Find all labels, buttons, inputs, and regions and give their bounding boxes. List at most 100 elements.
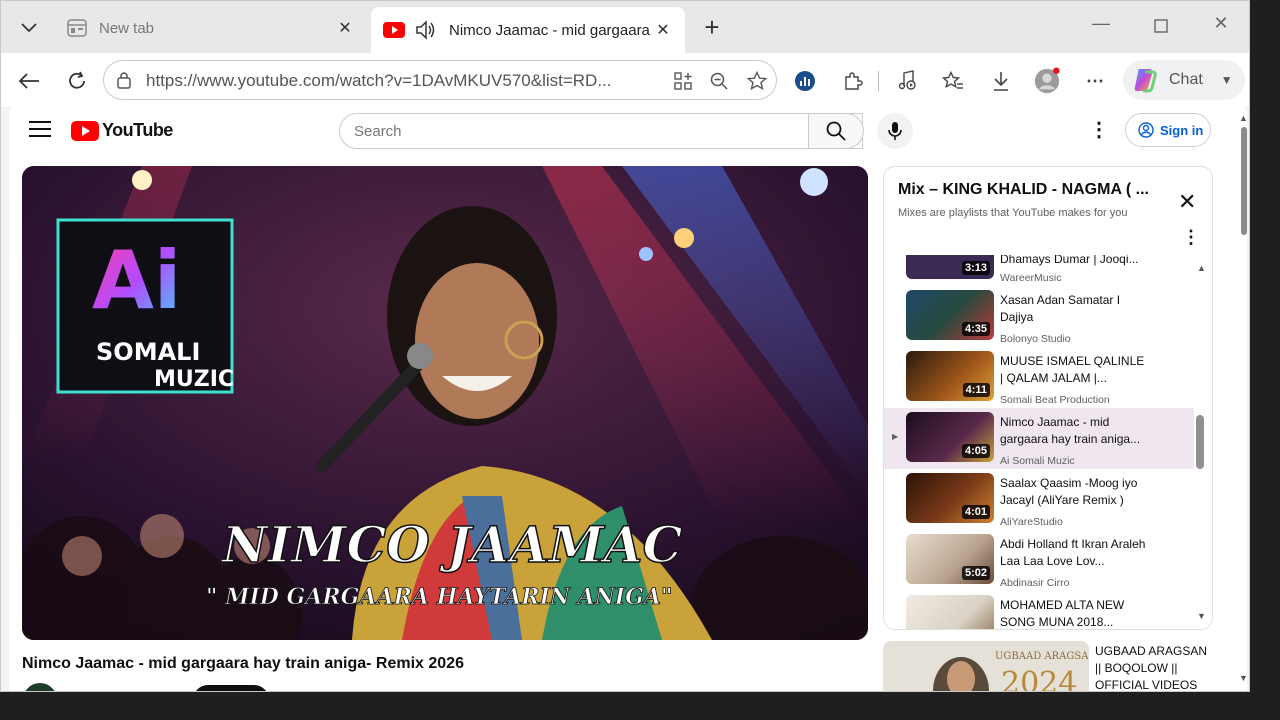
playlist-item-title: Abdi Holland ft Ikran Araleh Laa Laa Lov… (1000, 537, 1146, 568)
playlist-item-channel: AliYareStudio (1000, 516, 1063, 528)
toolbar-separator (878, 71, 879, 91)
address-bar[interactable]: https://www.youtube.com/watch?v=1DAvMKUV… (103, 60, 777, 100)
puzzle-icon (845, 72, 863, 90)
back-arrow-icon (18, 73, 39, 89)
thumbnail-badge-line2: MUZIC (154, 367, 234, 392)
playlist-item[interactable]: 4:11 MUUSE ISMAEL QALINLE | QALAM JALAM … (884, 347, 1194, 408)
playlist-item-current[interactable]: ▶ 4:05 Nimco Jaamac - mid gargaara hay t… (884, 408, 1194, 469)
close-icon[interactable]: ✕ (1178, 189, 1196, 215)
search-placeholder: Search (354, 123, 402, 140)
refresh-button[interactable] (63, 67, 91, 95)
playlist-item-channel: Bolonyo Studio (1000, 333, 1071, 345)
playlist-item-channel: Abdinasir Cirro (1000, 577, 1070, 589)
youtube-header: YouTube Search ⋮ Sign in (9, 107, 1247, 155)
more-vertical-icon[interactable]: ⋮ (1089, 119, 1109, 143)
tab-actions-menu-button[interactable] (11, 11, 47, 45)
favorites-button[interactable] (939, 67, 967, 95)
zoom-icon[interactable] (708, 70, 730, 92)
page-scrollbar-thumb[interactable] (1241, 127, 1247, 235)
playlist-items: 3:13 Dhamays Dumar | Jooqi... WareerMusi… (884, 255, 1194, 629)
extensions-button[interactable] (839, 67, 867, 95)
download-icon (994, 72, 1008, 91)
new-tab-page-icon (67, 19, 87, 37)
playlist-panel: Mix – KING KHALID - NAGMA ( ... Mixes ar… (883, 166, 1213, 630)
recommended-title: UGBAAD ARAGSAN || BOQOLOW || OFFICIAL VI… (1095, 644, 1208, 691)
maximize-icon (1154, 19, 1168, 33)
close-window-button[interactable]: ✕ (1201, 13, 1241, 43)
youtube-logo[interactable]: YouTube (71, 120, 173, 141)
playlist-scroll-up-icon[interactable]: ▲ (1197, 263, 1206, 273)
playlist-item-title: Dhamays Dumar | Jooqi... (1000, 255, 1139, 266)
search-button[interactable] (808, 113, 864, 149)
svg-text:Ai: Ai (92, 234, 181, 327)
playlist-scroll-down-icon[interactable]: ▼ (1197, 611, 1206, 621)
more-vertical-icon[interactable]: ⋮ (1182, 227, 1200, 248)
media-control-button[interactable] (893, 67, 921, 95)
recommended-video[interactable]: UGBAAD ARAGSAN 2024 UGBAAD ARAGSAN || BO… (883, 641, 1223, 691)
tab-new-tab[interactable]: New tab ✕ (55, 7, 367, 49)
tab-audio-playing-icon[interactable] (415, 20, 437, 40)
video-player[interactable]: Ai SOMALI MUZIC NIMCO JAAMAC " MID GARGA… (22, 166, 868, 640)
playlist-item[interactable]: 3:13 Dhamays Dumar | Jooqi... WareerMusi… (884, 255, 1194, 286)
lock-icon[interactable] (116, 71, 132, 89)
account-icon (1138, 122, 1154, 138)
playlist-item-thumbnail: 4:11 (906, 351, 994, 401)
microphone-icon (888, 122, 902, 140)
browser-window: New tab ✕ Nimco Jaamac - mid gargaara ✕ … (0, 0, 1250, 692)
new-tab-button[interactable]: + (697, 13, 727, 43)
copilot-icon (1134, 69, 1157, 93)
playlist-item-channel: WareerMusic (1000, 272, 1062, 284)
extension-stats-button[interactable] (791, 67, 819, 95)
browser-toolbar: https://www.youtube.com/watch?v=1DAvMKUV… (1, 53, 1249, 107)
recommended-thumb-caption: UGBAAD ARAGSAN (995, 651, 1089, 662)
tab-close-button[interactable]: ✕ (335, 18, 355, 38)
favorite-star-icon[interactable] (746, 70, 768, 92)
duration-badge: 4:01 (961, 505, 990, 519)
playlist-item-thumbnail: 4:35 (906, 290, 994, 340)
downloads-button[interactable] (987, 67, 1015, 95)
playlist-item[interactable]: 4:35 Xasan Adan Samatar I Dajiya Bolonyo… (884, 286, 1194, 347)
playlist-subtitle: Mixes are playlists that YouTube makes f… (898, 207, 1128, 219)
thumbnail-subline: " MID GARGAARA HAYTARIN ANIGA" (206, 584, 672, 610)
duration-badge: 4:35 (961, 322, 990, 336)
playlist-item-title: MOHAMED ALTA NEW SONG MUNA 2018... (1000, 598, 1125, 629)
tab-title: Nimco Jaamac - mid gargaara (449, 21, 650, 39)
tab-youtube-video[interactable]: Nimco Jaamac - mid gargaara ✕ (371, 7, 685, 53)
copilot-chat-button[interactable]: Chat ▼ (1123, 60, 1245, 100)
playlist-title[interactable]: Mix – KING KHALID - NAGMA ( ... (898, 181, 1168, 199)
maximize-button[interactable] (1141, 13, 1181, 43)
profile-avatar-icon (1034, 67, 1060, 94)
duration-badge: 4:05 (961, 444, 990, 458)
subscribe-button[interactable] (193, 685, 269, 691)
minimize-button[interactable]: — (1081, 13, 1121, 43)
tab-close-button[interactable]: ✕ (653, 20, 673, 40)
app-available-icon[interactable] (672, 70, 694, 92)
back-button[interactable] (15, 67, 43, 95)
channel-avatar[interactable] (23, 683, 57, 691)
recommended-thumb-year: 2024 (1001, 666, 1077, 691)
youtube-favicon-icon (383, 22, 405, 38)
playlist-item[interactable]: 4:01 Saalax Qaasim -Moog iyo Jacayl (Ali… (884, 469, 1194, 530)
tab-strip: New tab ✕ Nimco Jaamac - mid gargaara ✕ … (1, 1, 1249, 53)
refresh-icon (69, 71, 85, 89)
stats-extension-icon (795, 71, 815, 91)
sign-in-button[interactable]: Sign in (1125, 113, 1211, 147)
playlist-item-channel: Ai Somali Muzic (1000, 455, 1075, 467)
playlist-item-thumbnail (906, 595, 994, 629)
voice-search-button[interactable] (877, 113, 913, 149)
hamburger-menu-icon[interactable] (29, 121, 51, 141)
profile-button[interactable] (1033, 67, 1061, 95)
duration-badge: 4:11 (962, 383, 990, 397)
search-input[interactable]: Search (339, 113, 863, 149)
scroll-down-icon[interactable]: ▼ (1239, 673, 1247, 683)
chat-label: Chat (1169, 71, 1203, 88)
scroll-up-icon[interactable]: ▲ (1239, 113, 1247, 123)
thumbnail-badge-line1: SOMALI (96, 338, 200, 366)
youtube-play-logo-icon (71, 120, 99, 141)
playlist-scrollbar[interactable] (1196, 415, 1204, 469)
page-scrollbar[interactable]: ▲ ▼ (1239, 107, 1247, 691)
settings-more-button[interactable]: ⋯ (1081, 67, 1109, 95)
playlist-item[interactable]: 5:02 Abdi Holland ft Ikran Araleh Laa La… (884, 530, 1194, 591)
now-playing-indicator-icon: ▶ (892, 432, 899, 441)
playlist-item[interactable]: MOHAMED ALTA NEW SONG MUNA 2018... (884, 591, 1194, 629)
